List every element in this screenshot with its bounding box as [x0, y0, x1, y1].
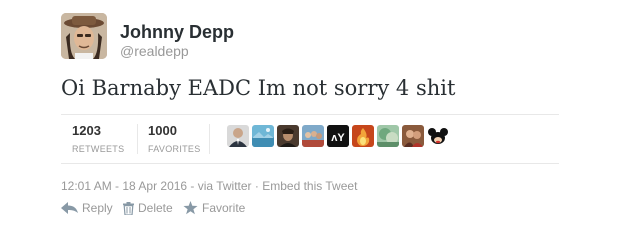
author-username[interactable]: @realdepp [120, 43, 189, 59]
favorite-button[interactable]: Favorite [183, 199, 245, 217]
face-avatar-8[interactable] [402, 125, 424, 147]
svg-text:ʌY: ʌY [331, 132, 345, 144]
trash-icon [123, 201, 134, 215]
cartoon-mouse-icon [427, 125, 449, 147]
author-display-name[interactable]: Johnny Depp [120, 22, 234, 42]
author-avatar[interactable] [61, 13, 107, 59]
face-avatar-4[interactable] [302, 125, 324, 147]
favorites-stat[interactable]: 1000 FAVORITES [148, 123, 201, 156]
retweets-stat[interactable]: 1203 RETWEETS [72, 123, 124, 156]
face-avatar-2[interactable] [252, 125, 274, 147]
tweet-text: Oi Barnaby EADC Im not sorry 4 shit [61, 76, 456, 100]
favorite-label: Favorite [202, 201, 246, 215]
stats-divider [137, 124, 138, 154]
retweets-count: 1203 [72, 123, 101, 138]
delete-label: Delete [138, 201, 173, 215]
face-avatar-9[interactable] [427, 125, 449, 147]
tweet-stats: 1203 RETWEETS 1000 FAVORITES ʌY [61, 114, 559, 164]
embed-tweet-link[interactable]: Embed this Tweet [262, 179, 357, 193]
face-avatar-3[interactable] [277, 125, 299, 147]
face-avatar-5[interactable]: ʌY [327, 125, 349, 147]
stats-divider [209, 124, 210, 154]
reply-arrow-icon [61, 202, 78, 214]
favorites-count: 1000 [148, 123, 177, 138]
tweet-source-link[interactable]: Twitter [216, 179, 251, 193]
reply-button[interactable]: Reply [61, 199, 113, 217]
via-text: - via [187, 179, 217, 193]
person-photo-icon [277, 125, 299, 147]
delete-button[interactable]: Delete [123, 199, 173, 217]
face-avatar-6[interactable] [352, 125, 374, 147]
star-icon [183, 201, 198, 215]
face-avatar-7[interactable] [377, 125, 399, 147]
tweet-card: Johnny Depp @realdepp Oi Barnaby EADC Im… [0, 0, 624, 241]
letter-logo-icon: ʌY [327, 125, 349, 147]
reply-label: Reply [82, 201, 113, 215]
retweets-label: RETWEETS [72, 144, 125, 154]
couple-photo-icon [402, 125, 424, 147]
tweet-meta: 12:01 AM - 18 Apr 2016 - via Twitter · E… [61, 178, 357, 194]
person-suit-icon [227, 125, 249, 147]
avatar-portrait-icon [61, 13, 107, 59]
group-photo-icon [302, 125, 324, 147]
landscape-icon [252, 125, 274, 147]
face-avatar-1[interactable] [227, 125, 249, 147]
meta-separator: · [251, 179, 263, 193]
favorites-label: FAVORITES [148, 144, 201, 154]
nature-photo-icon [377, 125, 399, 147]
fire-photo-icon [352, 125, 374, 147]
tweet-timestamp[interactable]: 12:01 AM - 18 Apr 2016 [61, 179, 187, 193]
